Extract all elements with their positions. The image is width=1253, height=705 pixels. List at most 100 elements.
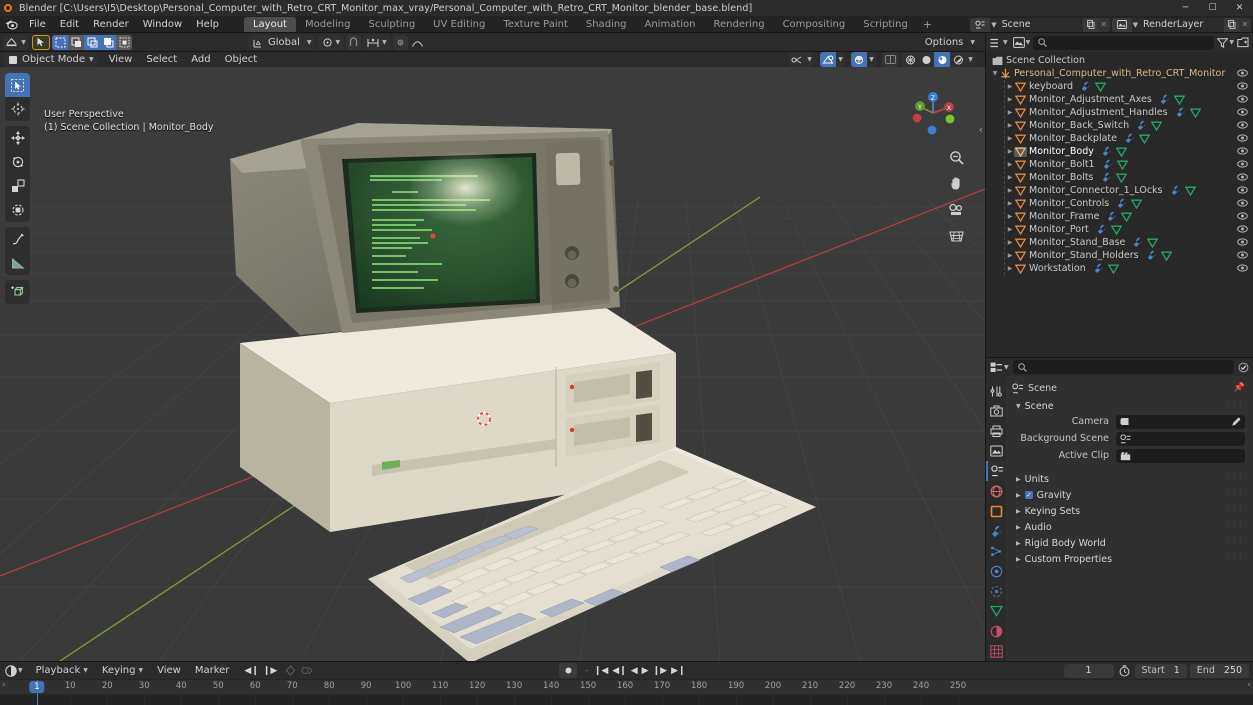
property-value-field[interactable] [1116, 414, 1245, 429]
viewport-menu-view[interactable]: View [102, 52, 140, 67]
mesh-data-icon[interactable] [1121, 212, 1133, 222]
shading-material-icon[interactable] [934, 52, 950, 67]
modifier-icon[interactable] [1080, 81, 1091, 92]
menu-file[interactable]: File [22, 16, 53, 33]
visibility-eye-icon[interactable] [1237, 250, 1248, 260]
expand-triangle-icon[interactable]: ▶ [1006, 265, 1014, 272]
visibility-eye-icon[interactable] [1237, 263, 1248, 273]
select-extend-icon[interactable] [68, 34, 84, 50]
outliner-object-row[interactable]: ▶ keyboard [986, 80, 1253, 93]
jump-prev-keyframe-icon[interactable]: ◀❙ [244, 666, 258, 676]
toggle-xray-button[interactable] [882, 52, 898, 67]
modifier-icon[interactable] [1102, 159, 1113, 170]
jump-start-icon[interactable]: ❙◀ [594, 666, 608, 676]
tool-transform[interactable] [5, 198, 30, 222]
remove-scene-button[interactable]: ✕ [1097, 17, 1110, 32]
expand-triangle-icon[interactable]: ▶ [1006, 83, 1014, 90]
toggle-ortho-perspective-icon[interactable] [948, 227, 965, 244]
modifier-icon[interactable] [1136, 120, 1147, 131]
properties-section-header[interactable]: ▶ Custom Properties ⋮⋮⋮ [1010, 551, 1249, 567]
panel-grip-icon[interactable]: ⋮⋮⋮ [1226, 539, 1244, 544]
menu-help[interactable]: Help [189, 16, 226, 33]
xray-toggle-group[interactable]: ▼ [851, 52, 876, 67]
outliner-tree[interactable]: Scene Collection ▼ Personal_Computer_wit… [986, 52, 1253, 357]
show-overlays-icon[interactable] [820, 52, 836, 67]
new-scene-button[interactable] [1082, 17, 1098, 32]
collapse-triangle-icon[interactable]: ▼ [991, 70, 999, 77]
viewport-overlay-toggle-group[interactable]: ▼ [820, 52, 845, 67]
modifier-icon[interactable] [1170, 185, 1181, 196]
outliner-object-row[interactable]: ▶ Monitor_Stand_Holders [986, 249, 1253, 262]
tab-particles-icon[interactable] [986, 541, 1006, 561]
panel-grip-icon[interactable]: ⋮⋮⋮ [1226, 475, 1244, 480]
select-box-icon[interactable] [52, 34, 68, 50]
mesh-data-icon[interactable] [1139, 134, 1150, 144]
tab-rendering[interactable]: Rendering [704, 17, 773, 32]
outliner-object-row[interactable]: ▶ Workstation [986, 262, 1253, 275]
play-reverse-icon[interactable]: ◀ [631, 666, 638, 676]
expand-triangle-icon[interactable]: ▶ [1006, 252, 1014, 259]
mesh-data-icon[interactable] [1115, 173, 1127, 183]
pin-icon[interactable]: 📌 [1234, 383, 1245, 393]
mesh-data-icon[interactable] [1110, 225, 1122, 235]
auto-keying-toggle[interactable] [559, 663, 578, 678]
expand-triangle-icon[interactable]: ▶ [1006, 135, 1014, 142]
mesh-data-icon[interactable] [1189, 108, 1201, 118]
modifier-icon[interactable] [1146, 250, 1157, 261]
tab-shading[interactable]: Shading [577, 17, 636, 32]
tab-modeling[interactable]: Modeling [296, 17, 360, 32]
timeline-ruler[interactable]: 10 20 30 40 50 60 70 80 90 100 110 120 130 140 150 160 1… [0, 679, 1253, 705]
timeline-right-arrow[interactable]: ‹ [1247, 680, 1251, 690]
visibility-eye-icon[interactable] [1237, 172, 1248, 182]
interaction-mode-dropdown[interactable]: Object Mode ▼ [4, 52, 98, 67]
show-gizmo-icon[interactable] [789, 52, 805, 67]
expand-triangle-icon[interactable]: ▶ [1006, 239, 1014, 246]
tool-measure[interactable] [5, 251, 30, 275]
visibility-eye-icon[interactable] [1237, 81, 1248, 91]
property-value-field[interactable] [1116, 431, 1245, 446]
cursor-tool-button[interactable] [32, 34, 50, 50]
menu-window[interactable]: Window [136, 16, 189, 33]
shading-rendered-icon[interactable] [950, 52, 966, 67]
viewport-options-dropdown[interactable]: Options ▼ [917, 35, 978, 50]
mesh-data-icon[interactable] [1151, 121, 1163, 131]
outliner-object-row[interactable]: ▶ Monitor_Bolt1 [986, 158, 1253, 171]
outliner-object-row[interactable]: ▶ Monitor_Body [986, 145, 1253, 158]
menu-edit[interactable]: Edit [53, 16, 86, 33]
viewport-menu-add[interactable]: Add [184, 52, 217, 67]
outliner-root-collection-row[interactable]: ▼ Personal_Computer_with_Retro_CRT_Monit… [986, 67, 1253, 80]
mesh-data-icon[interactable] [1147, 238, 1159, 248]
tab-sculpting[interactable]: Sculpting [359, 17, 424, 32]
select-intersect-icon[interactable] [116, 34, 132, 50]
timeline-menu-view[interactable]: View [150, 663, 188, 678]
visibility-eye-icon[interactable] [1237, 107, 1248, 117]
viewport-canvas[interactable]: User Perspective (1) Scene Collection | … [0, 67, 985, 661]
modifier-icon[interactable] [1106, 211, 1117, 222]
menu-render[interactable]: Render [86, 16, 136, 33]
jump-end-icon[interactable]: ▶❙ [671, 666, 685, 676]
properties-section-header[interactable]: ▶ Units ⋮⋮⋮ [1010, 471, 1249, 487]
outliner-object-row[interactable]: ▶ Monitor_Backplate [986, 132, 1253, 145]
outliner-editor[interactable]: ▼ ▼ ▼ Scene Collection ▼ Personal_Comput… [986, 33, 1253, 358]
tab-constraints-icon[interactable] [986, 581, 1006, 601]
viewlayer-selector[interactable]: ▼ RenderLayer ✕ [1111, 17, 1251, 32]
snap-toggle-button[interactable] [346, 35, 362, 50]
add-workspace-button[interactable]: + [917, 17, 938, 32]
expand-triangle-icon[interactable]: ▶ [1006, 96, 1014, 103]
panel-grip-icon[interactable]: ⋮⋮⋮ [1226, 491, 1244, 496]
expand-triangle-icon[interactable]: ▶ [1006, 226, 1014, 233]
tab-render-icon[interactable] [986, 401, 1006, 421]
properties-section-header[interactable]: ▶ ✓ Gravity ⋮⋮⋮ [1010, 487, 1249, 503]
mesh-data-icon[interactable] [1173, 95, 1185, 105]
mesh-data-icon[interactable] [1115, 147, 1127, 157]
tool-move[interactable] [5, 126, 30, 150]
visibility-eye-icon[interactable] [1237, 68, 1248, 78]
pivot-point-dropdown[interactable]: ▼ [317, 35, 344, 50]
tab-uv-editing[interactable]: UV Editing [424, 17, 494, 32]
tab-output-icon[interactable] [986, 421, 1006, 441]
shading-solid-icon[interactable] [918, 52, 934, 67]
expand-triangle-icon[interactable]: ▶ [1006, 174, 1014, 181]
modifier-icon[interactable] [1096, 224, 1107, 235]
modifier-icon[interactable] [1159, 94, 1170, 105]
properties-section-header[interactable]: ▶ Rigid Body World ⋮⋮⋮ [1010, 535, 1249, 551]
